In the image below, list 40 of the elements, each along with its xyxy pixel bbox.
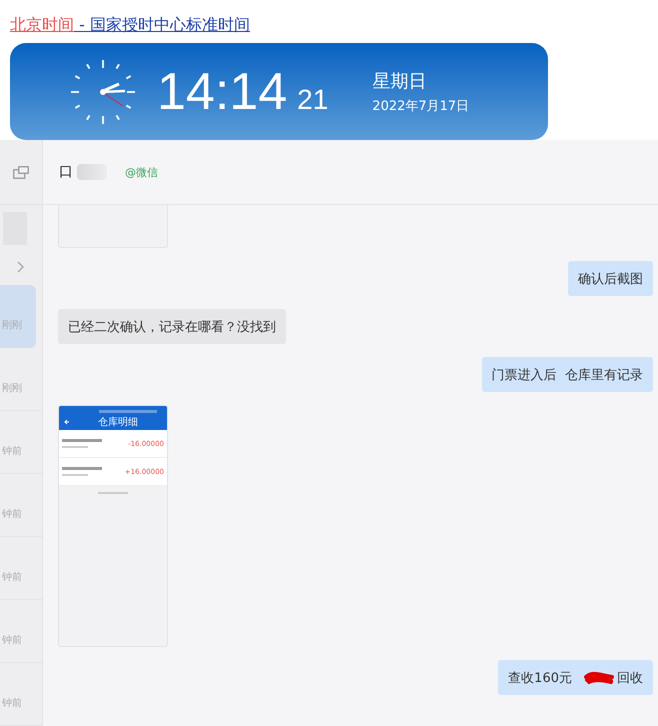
conversation-item[interactable]: 钟前	[0, 411, 42, 474]
screenshot-title: 仓库明细	[98, 416, 138, 428]
text-line-drawing	[62, 467, 102, 470]
text-line-drawing	[62, 446, 88, 448]
message-bubble: 门票进入后 仓库里有记录	[482, 357, 653, 392]
date-text: 2022年7月17日	[372, 98, 470, 114]
conversation-item[interactable]: 钟前	[0, 663, 42, 726]
message-bubble: 已经二次确认，记录在哪看？没找到	[58, 309, 286, 344]
weekday-text: 星期日	[372, 70, 428, 92]
session-time: 钟前	[2, 696, 22, 710]
window-icon[interactable]	[13, 166, 29, 178]
message-text: 查收160元	[508, 670, 572, 686]
conversation-item[interactable]: 钟前	[0, 474, 42, 537]
text-line-drawing	[98, 492, 128, 494]
clock-time: 14:14	[157, 62, 288, 122]
text-line-drawing	[62, 474, 88, 476]
text-line-drawing	[62, 439, 102, 442]
conversation-item[interactable]: 钟前	[0, 600, 42, 663]
clock-seconds: 21	[297, 84, 328, 116]
session-time: 刚刚	[2, 382, 22, 395]
contact-name: 口	[59, 163, 73, 181]
status-bar-drawing	[99, 410, 157, 413]
time-center-link[interactable]: - 国家授时中心标准时间	[74, 15, 250, 34]
beijing-time-link[interactable]: 北京时间	[10, 15, 74, 34]
source-tag: @微信	[125, 164, 158, 180]
session-time: 钟前	[2, 444, 22, 458]
session-time: 钟前	[2, 508, 22, 521]
redaction-scribble	[584, 670, 614, 684]
conversation-item[interactable]: 钟前	[0, 537, 42, 600]
session-time: 钟前	[2, 634, 22, 647]
conversation-item[interactable]: 刚刚	[0, 285, 36, 348]
conversation-item[interactable]: 刚刚	[0, 348, 42, 411]
session-time: 刚刚	[2, 319, 22, 332]
message-text: 回收	[617, 670, 643, 686]
chevron-right-icon[interactable]	[17, 261, 25, 273]
session-time: 钟前	[2, 570, 22, 584]
clock-icon	[69, 58, 137, 126]
blurred-name	[77, 164, 107, 180]
message-bubble: 确认后截图	[568, 261, 653, 296]
back-arrow-icon	[64, 418, 70, 424]
